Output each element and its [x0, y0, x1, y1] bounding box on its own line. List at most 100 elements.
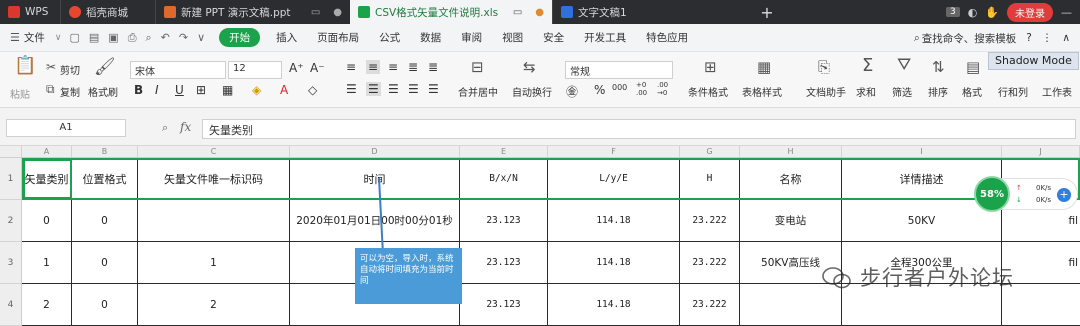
screen-icon[interactable]: ▭	[311, 7, 320, 18]
minimize-icon[interactable]: —	[1061, 6, 1072, 19]
menu-item[interactable]: 视图	[492, 30, 533, 45]
table-cell[interactable]: 23.123	[460, 242, 548, 284]
zoom-icon[interactable]: ⌕	[162, 121, 168, 135]
table-cell[interactable]: 1	[22, 242, 72, 284]
menu-start[interactable]: 开始	[219, 28, 261, 47]
underline-icon[interactable]: U	[175, 83, 184, 97]
align-bottom-icon[interactable]: ≡	[388, 60, 398, 74]
number-format-select[interactable]: 常规	[565, 61, 673, 79]
align-center-icon[interactable]: ☰	[366, 82, 381, 96]
percent-icon[interactable]: %	[594, 83, 605, 97]
column-header[interactable]: G	[680, 146, 740, 158]
formula-input[interactable]: 矢量类别	[202, 119, 1076, 139]
plus-icon[interactable]: +	[1057, 188, 1071, 202]
tab-ppt-document[interactable]: 新建 PPT 演示文稿.ppt ▭ ●	[155, 0, 350, 24]
select-all-corner[interactable]	[0, 146, 22, 158]
menu-item[interactable]: 安全	[533, 30, 574, 45]
row-header[interactable]: 1	[0, 158, 22, 200]
header-cell[interactable]: B/x/N	[460, 158, 548, 200]
table-cell[interactable]: 1	[138, 242, 290, 284]
shadow-mode-button[interactable]: Shadow Mode	[988, 52, 1079, 70]
table-cell[interactable]: 2	[138, 284, 290, 326]
column-header[interactable]: J	[1002, 146, 1080, 158]
chevron-down-icon[interactable]: ∨	[197, 31, 205, 45]
filter-button[interactable]: 筛选	[892, 84, 912, 99]
hand-icon[interactable]: ✋	[985, 6, 999, 19]
table-cell[interactable]: 23.222	[680, 242, 740, 284]
name-box[interactable]: A1	[6, 119, 126, 137]
align-top-icon[interactable]: ≡	[346, 60, 356, 74]
row-header[interactable]: 2	[0, 200, 22, 242]
table-cell[interactable]: 23.123	[460, 284, 548, 326]
table-style-button[interactable]: 表格样式	[742, 84, 782, 99]
table-cell[interactable]: 114.18	[548, 284, 680, 326]
sort-button[interactable]: 排序	[928, 84, 948, 99]
cut-button[interactable]: 剪切	[60, 62, 80, 77]
worksheet-button[interactable]: 工作表	[1042, 84, 1072, 99]
merge-center-button[interactable]: 合并居中	[458, 84, 498, 99]
wrap-text-button[interactable]: 自动换行	[512, 84, 552, 99]
distributed-icon[interactable]: ☰	[428, 82, 439, 96]
column-header[interactable]: E	[460, 146, 548, 158]
new-file-icon[interactable]: ▢	[69, 31, 79, 45]
column-header[interactable]: F	[548, 146, 680, 158]
sum-button[interactable]: 求和	[856, 84, 876, 99]
row-header[interactable]: 3	[0, 242, 22, 284]
row-header[interactable]: 4	[0, 284, 22, 326]
header-cell[interactable]: 矢量文件唯一标识码	[138, 158, 290, 200]
menu-item[interactable]: 页面布局	[307, 30, 369, 45]
copy-icon[interactable]: ⧉	[46, 82, 55, 97]
italic-icon[interactable]: I	[155, 83, 159, 97]
table-format-icon[interactable]: ▦	[222, 83, 233, 97]
menu-item[interactable]: 特色应用	[636, 30, 698, 45]
table-cell[interactable]: 114.18	[548, 200, 680, 242]
tab-wps[interactable]: WPS	[0, 0, 60, 24]
tab-doc-document[interactable]: 文字文稿1	[552, 0, 747, 24]
new-tab-button[interactable]: +	[747, 0, 787, 24]
table-cell[interactable]: 0	[22, 200, 72, 242]
column-header[interactable]: H	[740, 146, 842, 158]
print-icon[interactable]: ⎙	[128, 31, 137, 45]
column-header[interactable]: B	[72, 146, 138, 158]
conditional-format-button[interactable]: 条件格式	[688, 84, 728, 99]
header-cell[interactable]: 时间	[290, 158, 460, 200]
format-icon[interactable]: ▤	[966, 60, 980, 75]
menu-item[interactable]: 数据	[410, 30, 451, 45]
table-cell[interactable]: 变电站	[740, 200, 842, 242]
hamburger-icon[interactable]: ☰	[0, 31, 20, 44]
format-painter-icon[interactable]: 🖌	[94, 59, 116, 76]
login-button[interactable]: 未登录	[1007, 2, 1053, 22]
fill-color-icon[interactable]: ◈	[252, 83, 261, 97]
tab-docer-store[interactable]: 稻壳商城	[60, 0, 155, 24]
font-name-select[interactable]: 宋体	[130, 61, 226, 79]
more-icon[interactable]: ⋮	[1042, 32, 1053, 44]
table-style-icon[interactable]: ▦	[757, 60, 771, 75]
header-cell[interactable]: 名称	[740, 158, 842, 200]
font-color-icon[interactable]: A	[280, 83, 288, 97]
skin-icon[interactable]: ◐	[968, 6, 978, 19]
menu-item[interactable]: 公式	[369, 30, 410, 45]
decrease-decimal-icon[interactable]: .00 →0	[657, 81, 668, 97]
sum-icon[interactable]: Σ	[862, 57, 873, 75]
scissors-icon[interactable]: ✂	[46, 60, 56, 75]
justify-icon[interactable]: ☰	[408, 82, 419, 96]
sort-icon[interactable]: ⇅	[932, 60, 945, 75]
header-cell[interactable]: 位置格式	[72, 158, 138, 200]
chevron-down-icon[interactable]: ∨	[55, 33, 62, 43]
increase-decimal-icon[interactable]: +0.00	[636, 81, 647, 97]
paste-icon[interactable]: 📋	[14, 57, 36, 75]
indent-icon[interactable]: ≣	[408, 60, 418, 74]
paste-button[interactable]: 粘贴	[10, 86, 30, 101]
table-cell[interactable]: 23.222	[680, 200, 740, 242]
table-cell[interactable]	[740, 284, 842, 326]
table-cell[interactable]: 23.222	[680, 284, 740, 326]
bold-icon[interactable]: B	[134, 83, 143, 97]
doc-helper-icon[interactable]: ⎘	[818, 60, 830, 75]
currency-icon[interactable]: ㊎	[566, 83, 578, 100]
font-size-select[interactable]: 12	[228, 61, 282, 79]
table-cell[interactable]: 2020年01月01日00时00分01秒	[290, 200, 460, 242]
undo-icon[interactable]: ↶	[161, 31, 170, 45]
column-header[interactable]: I	[842, 146, 1002, 158]
cell-comment[interactable]: 可以为空，导入时，系统自动将时间填充为当前时间	[355, 248, 462, 304]
redo-icon[interactable]: ↷	[179, 31, 188, 45]
